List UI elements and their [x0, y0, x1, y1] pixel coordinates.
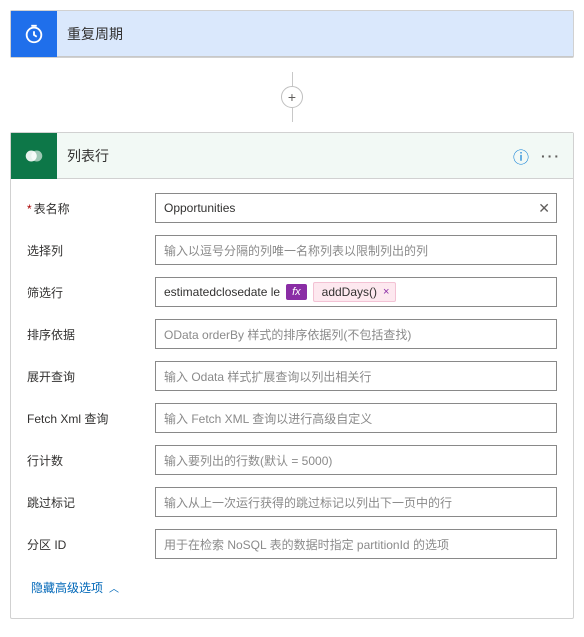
- input-skip-token[interactable]: 输入从上一次运行获得的跳过标记以列出下一页中的行: [155, 487, 557, 517]
- input-expand[interactable]: 输入 Odata 样式扩展查询以列出相关行: [155, 361, 557, 391]
- row-skip-token: 跳过标记 输入从上一次运行获得的跳过标记以列出下一页中的行: [27, 487, 557, 517]
- value-table-name: Opportunities: [164, 201, 235, 215]
- label-fetch-xml: Fetch Xml 查询: [27, 410, 155, 427]
- label-row-count: 行计数: [27, 452, 155, 469]
- input-filter-rows[interactable]: estimatedclosedate le fx addDays() ×: [155, 277, 557, 307]
- action-header-actions: ⓘ ···: [513, 144, 573, 168]
- connector-line-top: [292, 72, 293, 86]
- row-select-columns: 选择列 输入以逗号分隔的列唯一名称列表以限制列出的列: [27, 235, 557, 265]
- fx-icon: fx: [286, 284, 307, 300]
- expression-token-label: addDays(): [322, 285, 377, 299]
- trigger-header[interactable]: 重复周期: [11, 11, 573, 57]
- action-title: 列表行: [57, 146, 513, 166]
- row-table-name: 表名称 Opportunities ✕: [27, 193, 557, 223]
- connector: +: [10, 66, 574, 132]
- action-card: 列表行 ⓘ ··· 表名称 Opportunities ✕ 选择列 输入以逗号分…: [10, 132, 574, 619]
- hide-advanced-options-label: 隐藏高级选项: [31, 579, 103, 596]
- row-filter-rows: 筛选行 estimatedclosedate le fx addDays() ×: [27, 277, 557, 307]
- label-partition-id: 分区 ID: [27, 536, 155, 553]
- label-order-by: 排序依据: [27, 326, 155, 343]
- dataverse-icon: [11, 133, 57, 179]
- trigger-title: 重复周期: [57, 24, 573, 44]
- add-step-button[interactable]: +: [281, 86, 303, 108]
- label-skip-token: 跳过标记: [27, 494, 155, 511]
- chevron-up-icon: ︿: [109, 580, 119, 595]
- input-order-by[interactable]: OData orderBy 样式的排序依据列(不包括查找): [155, 319, 557, 349]
- row-order-by: 排序依据 OData orderBy 样式的排序依据列(不包括查找): [27, 319, 557, 349]
- label-select-columns: 选择列: [27, 242, 155, 259]
- expression-token-remove-icon[interactable]: ×: [383, 286, 389, 298]
- row-row-count: 行计数 输入要列出的行数(默认 = 5000): [27, 445, 557, 475]
- input-partition-id[interactable]: 用于在检索 NoSQL 表的数据时指定 partitionId 的选项: [155, 529, 557, 559]
- help-icon[interactable]: ⓘ: [513, 144, 529, 168]
- label-filter-rows: 筛选行: [27, 284, 155, 301]
- input-fetch-xml[interactable]: 输入 Fetch XML 查询以进行高级自定义: [155, 403, 557, 433]
- action-menu-button[interactable]: ···: [541, 148, 561, 164]
- input-row-count[interactable]: 输入要列出的行数(默认 = 5000): [155, 445, 557, 475]
- row-partition-id: 分区 ID 用于在检索 NoSQL 表的数据时指定 partitionId 的选…: [27, 529, 557, 559]
- trigger-card: 重复周期: [10, 10, 574, 58]
- action-body: 表名称 Opportunities ✕ 选择列 输入以逗号分隔的列唯一名称列表以…: [11, 179, 573, 618]
- hide-advanced-options-link[interactable]: 隐藏高级选项 ︿: [27, 571, 123, 614]
- row-fetch-xml: Fetch Xml 查询 输入 Fetch XML 查询以进行高级自定义: [27, 403, 557, 433]
- label-table-name: 表名称: [27, 200, 155, 217]
- clock-icon: [11, 11, 57, 57]
- clear-table-name-icon[interactable]: ✕: [538, 200, 550, 217]
- action-header[interactable]: 列表行 ⓘ ···: [11, 133, 573, 179]
- label-expand: 展开查询: [27, 368, 155, 385]
- expression-token[interactable]: addDays() ×: [313, 282, 397, 302]
- row-expand: 展开查询 输入 Odata 样式扩展查询以列出相关行: [27, 361, 557, 391]
- filter-prefix-text: estimatedclosedate le: [164, 285, 280, 299]
- input-select-columns[interactable]: 输入以逗号分隔的列唯一名称列表以限制列出的列: [155, 235, 557, 265]
- input-table-name[interactable]: Opportunities ✕: [155, 193, 557, 223]
- connector-line-bottom: [292, 108, 293, 122]
